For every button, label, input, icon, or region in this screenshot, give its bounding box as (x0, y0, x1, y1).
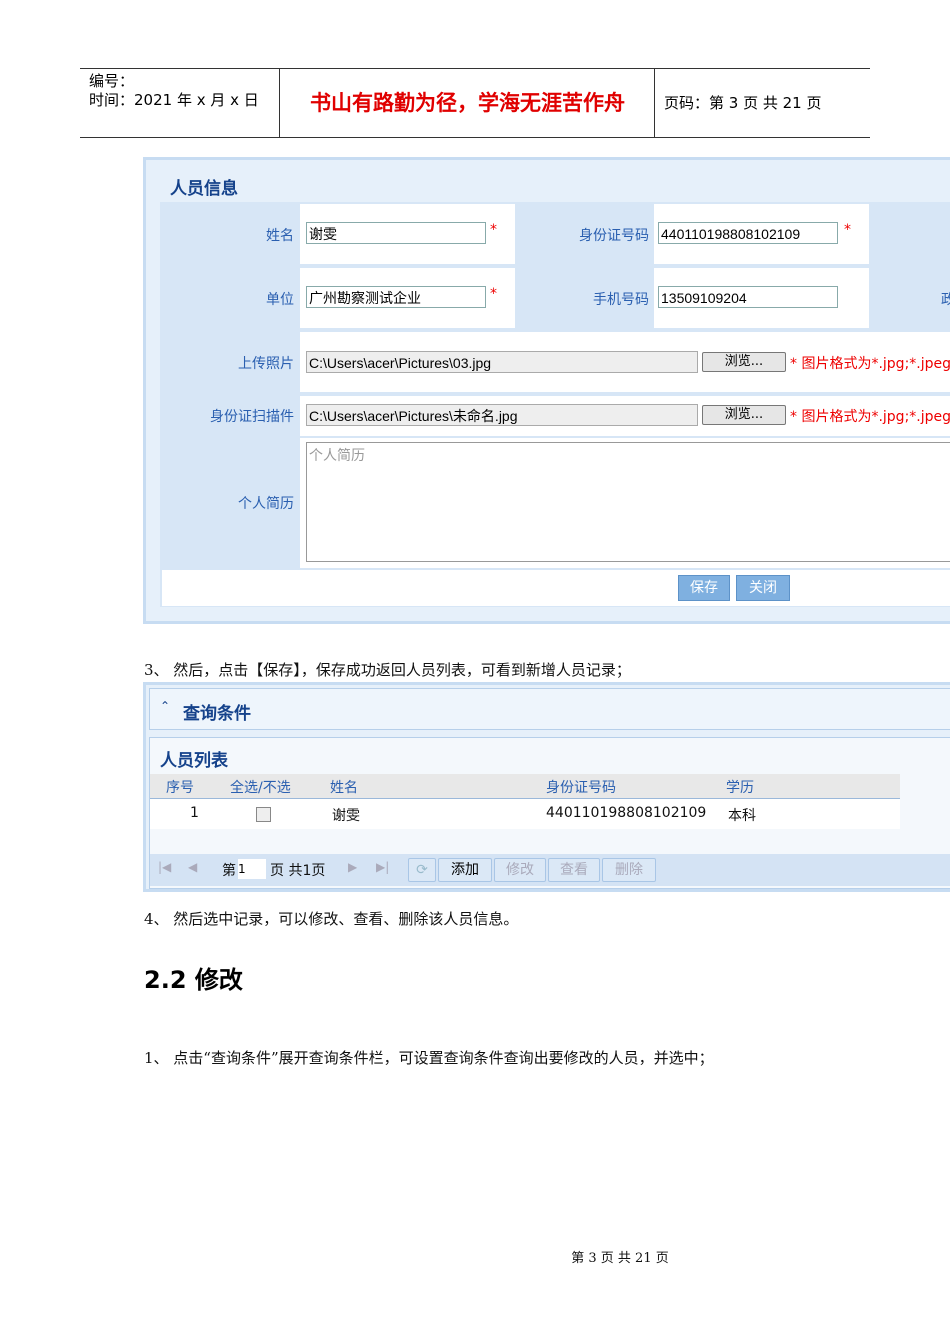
close-button[interactable]: 关闭 (736, 575, 790, 601)
prev-page-icon[interactable]: ◀ (188, 860, 197, 874)
required-mark: * (790, 356, 797, 372)
col-name: 姓名 (330, 780, 358, 796)
page-total: 页 共1页 (270, 863, 326, 879)
row-id: 440110198808102109 (546, 805, 707, 821)
required-mark: * (490, 286, 497, 302)
photo-file-input[interactable]: C:\Users\acer\Pictures\03.jpg (306, 351, 698, 373)
resume-label: 个人简历 (238, 496, 294, 512)
browse-scan-button[interactable]: 浏览... (702, 405, 786, 425)
query-panel-header[interactable]: ⌃ 查询条件 (149, 688, 950, 730)
first-page-icon[interactable]: |◀ (158, 860, 171, 874)
number-label: 编号： (89, 72, 135, 90)
col-no: 序号 (166, 780, 194, 796)
col-select-all[interactable]: 全选/不选 (230, 777, 291, 797)
required-mark: * (790, 409, 797, 425)
section-heading: 2.2 修改 (144, 966, 243, 994)
cut-label: 政 (941, 292, 950, 308)
row-name: 谢雯 (332, 808, 360, 824)
photo-label: 上传照片 (238, 356, 294, 372)
page-footer: 第 3 页 共 21 页 (571, 1251, 669, 1266)
name-input[interactable]: 谢雯 (306, 222, 486, 244)
save-button[interactable]: 保存 (678, 575, 730, 601)
required-mark: * (490, 222, 497, 238)
refresh-icon[interactable]: ⟳ (408, 858, 436, 882)
unit-label: 单位 (266, 292, 294, 308)
page-info: 页码：第 3 页 共 21 页 (664, 94, 822, 112)
phone-label: 手机号码 (593, 292, 649, 308)
page-header: 编号： 时间：2021 年 x 月 x 日 书山有路勤为径，学海无涯苦作舟 页码：… (80, 68, 870, 138)
row-edu: 本科 (728, 808, 756, 824)
time-label: 时间：2021 年 x 月 x 日 (89, 91, 259, 109)
page-prefix: 第 (222, 863, 236, 879)
document-page: 编号： 时间：2021 年 x 月 x 日 书山有路勤为径，学海无涯苦作舟 页码：… (0, 0, 950, 1344)
id-input[interactable]: 440110198808102109 (658, 222, 838, 244)
step-1-text: 1、 点击“查询条件”展开查询条件栏，可设置查询条件查询出要修改的人员，并选中； (144, 1049, 714, 1067)
person-info-panel: 人员信息 姓名 谢雯 * 身份证号码 440110198808102109 * … (143, 157, 950, 624)
collapse-chevron-icon[interactable]: ⌃ (160, 699, 170, 713)
last-page-icon[interactable]: ▶| (376, 860, 389, 874)
edit-button[interactable]: 修改 (494, 858, 546, 882)
step-3-text: 3、 然后，点击【保存】，保存成功返回人员列表，可看到新增人员记录； (144, 661, 631, 679)
list-panel: 人员列表 序号 全选/不选 姓名 身份证号码 学历 1 谢雯 440110198… (149, 737, 950, 889)
format-hint-text: 图片格式为*.jpg;*.jpeg (801, 356, 950, 372)
scan-file-input[interactable]: C:\Users\acer\Pictures\未命名.jpg (306, 404, 698, 426)
panel-title: 人员信息 (170, 179, 238, 199)
unit-input[interactable]: 广州勘察测试企业 (306, 286, 486, 308)
browse-photo-button[interactable]: 浏览... (702, 352, 786, 372)
photo-format-hint: * 图片格式为*.jpg;*.jpeg (790, 353, 950, 373)
motto: 书山有路勤为径，学海无涯苦作舟 (281, 69, 655, 137)
add-button[interactable]: 添加 (438, 858, 492, 882)
row-checkbox[interactable] (256, 807, 271, 822)
row-no: 1 (190, 805, 199, 821)
pager-toolbar: |◀ ◀ 第 1 页 共1页 ▶ ▶| ⟳ 添加 修改 查看 删除 (150, 854, 950, 886)
col-edu: 学历 (726, 780, 754, 796)
id-label: 身份证号码 (579, 228, 649, 244)
name-label: 姓名 (266, 228, 294, 244)
person-list-panel: ⌃ 查询条件 人员列表 序号 全选/不选 姓名 身份证号码 学历 1 谢雯 44… (143, 682, 950, 892)
resume-textarea[interactable]: 个人简历 (306, 442, 950, 562)
next-page-icon[interactable]: ▶ (348, 860, 357, 874)
scan-label: 身份证扫描件 (210, 409, 294, 425)
header-meta: 编号： 时间：2021 年 x 月 x 日 (80, 69, 280, 137)
phone-input[interactable]: 13509109204 (658, 286, 838, 308)
format-hint-text: 图片格式为*.jpg;*.jpeg (801, 409, 950, 425)
table-row[interactable]: 1 谢雯 440110198808102109 本科 (150, 799, 900, 829)
scan-format-hint: * 图片格式为*.jpg;*.jpeg (790, 406, 950, 426)
page-number-input[interactable]: 1 (238, 859, 266, 879)
step-4-text: 4、 然后选中记录，可以修改、查看、删除该人员信息。 (144, 910, 519, 928)
query-title[interactable]: 查询条件 (183, 699, 251, 724)
table-header: 序号 全选/不选 姓名 身份证号码 学历 (150, 774, 900, 799)
delete-button[interactable]: 删除 (602, 858, 656, 882)
list-title: 人员列表 (160, 751, 228, 771)
col-id: 身份证号码 (546, 780, 616, 796)
required-mark: * (844, 222, 851, 238)
view-button[interactable]: 查看 (548, 858, 600, 882)
